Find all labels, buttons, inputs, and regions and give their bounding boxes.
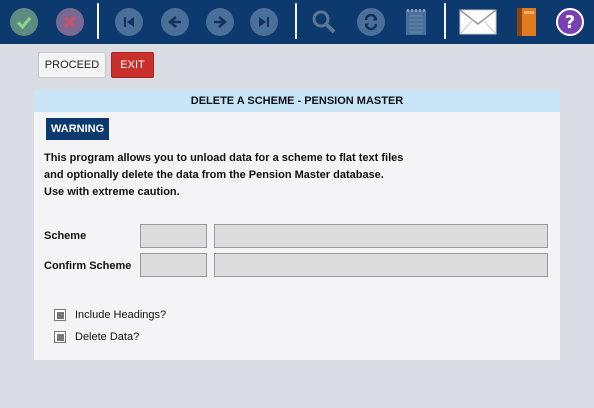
warning-badge: WARNING <box>46 118 110 140</box>
include-headings-label: Include Headings? <box>75 309 167 321</box>
previous-record-icon[interactable] <box>159 6 191 38</box>
last-record-icon[interactable] <box>248 6 280 38</box>
delete-data-label: Delete Data? <box>75 331 140 343</box>
proceed-button[interactable]: PROCEED <box>38 52 106 78</box>
description-line: and optionally delete the data from the … <box>44 169 384 181</box>
include-headings-checkbox[interactable] <box>54 309 66 321</box>
confirm-scheme-code-input[interactable] <box>140 253 207 277</box>
checkmark-icon[interactable] <box>8 6 40 38</box>
toolbar-separator <box>444 3 446 39</box>
mail-icon[interactable] <box>458 6 498 38</box>
first-record-icon[interactable] <box>113 6 145 38</box>
delete-data-option[interactable]: Delete Data? <box>54 331 139 343</box>
search-icon[interactable] <box>308 6 340 38</box>
next-record-icon[interactable] <box>204 6 236 38</box>
delete-data-checkbox[interactable] <box>54 331 66 343</box>
toolbar-separator <box>295 3 297 39</box>
scheme-name-input[interactable] <box>214 224 548 248</box>
help-icon[interactable]: ? <box>554 6 586 38</box>
toolbar: ? <box>0 0 594 44</box>
toolbar-separator <box>97 3 99 39</box>
warning-description: This program allows you to unload data f… <box>44 150 403 201</box>
panel-title: DELETE A SCHEME - PENSION MASTER <box>34 90 560 112</box>
book-icon[interactable] <box>510 6 542 38</box>
include-headings-option[interactable]: Include Headings? <box>54 309 166 321</box>
scheme-label: Scheme <box>44 230 87 242</box>
notepad-icon[interactable] <box>400 6 432 38</box>
refresh-icon[interactable] <box>355 6 387 38</box>
help-glyph: ? <box>564 11 576 33</box>
description-line: This program allows you to unload data f… <box>44 152 404 164</box>
description-line: Use with extreme caution. <box>44 186 180 198</box>
confirm-scheme-name-input[interactable] <box>214 253 548 277</box>
cancel-icon[interactable] <box>54 6 86 38</box>
confirm-scheme-label: Confirm Scheme <box>44 260 132 272</box>
scheme-code-input[interactable] <box>140 224 207 248</box>
delete-scheme-panel: DELETE A SCHEME - PENSION MASTER WARNING… <box>34 90 560 360</box>
exit-button[interactable]: EXIT <box>111 52 154 78</box>
